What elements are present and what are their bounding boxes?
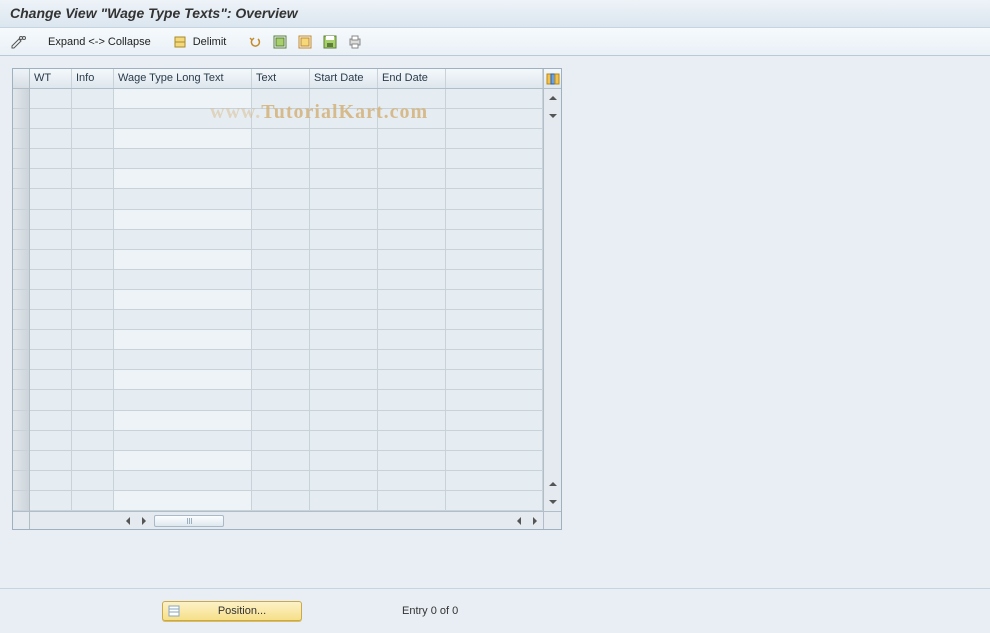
table-row[interactable] <box>30 290 543 310</box>
table-row[interactable] <box>30 390 543 410</box>
undo-icon <box>248 35 262 49</box>
table-row[interactable] <box>30 89 543 109</box>
footer-bar: Position... Entry 0 of 0 <box>0 588 990 633</box>
row-selector[interactable] <box>13 431 29 451</box>
deselect-all-icon <box>298 35 312 49</box>
col-header-wt[interactable]: WT <box>30 69 72 88</box>
select-all-button[interactable] <box>269 32 291 52</box>
table-row[interactable] <box>30 210 543 230</box>
table-row[interactable] <box>30 471 543 491</box>
row-selector[interactable] <box>13 451 29 471</box>
print-icon <box>348 35 362 49</box>
table-row[interactable] <box>30 149 543 169</box>
entry-status: Entry 0 of 0 <box>402 605 458 617</box>
table-row[interactable] <box>30 270 543 290</box>
position-icon <box>167 604 181 618</box>
row-selector[interactable] <box>13 310 29 330</box>
table-row[interactable] <box>30 350 543 370</box>
table-row[interactable] <box>30 330 543 350</box>
delimit-icon <box>173 35 187 49</box>
position-button[interactable]: Position... <box>162 601 302 621</box>
row-selector[interactable] <box>13 491 29 511</box>
table-row[interactable] <box>30 109 543 129</box>
data-grid: WT Info Wage Type Long Text Text Start D… <box>12 68 562 530</box>
row-selector[interactable] <box>13 330 29 350</box>
configure-columns-button[interactable] <box>544 69 561 89</box>
table-row[interactable] <box>30 491 543 511</box>
scroll-down-bottom-button[interactable] <box>545 494 561 510</box>
grid-header-row: WT Info Wage Type Long Text Text Start D… <box>30 69 543 89</box>
row-selector[interactable] <box>13 109 29 129</box>
table-row[interactable] <box>30 129 543 149</box>
table-row[interactable] <box>30 250 543 270</box>
vertical-scrollbar[interactable] <box>543 69 561 511</box>
table-row[interactable] <box>30 431 543 451</box>
row-selector[interactable] <box>13 290 29 310</box>
row-selector-column <box>13 69 30 511</box>
grid-rows <box>30 89 543 511</box>
print-button[interactable] <box>344 32 366 52</box>
row-selector[interactable] <box>13 411 29 431</box>
delimit-button[interactable]: Delimit <box>169 32 234 52</box>
deselect-all-button[interactable] <box>294 32 316 52</box>
hscroll-track[interactable] <box>152 515 511 527</box>
scroll-up-button[interactable] <box>545 90 561 106</box>
save-button[interactable] <box>319 32 341 52</box>
table-row[interactable] <box>30 411 543 431</box>
row-selector[interactable] <box>13 250 29 270</box>
expand-collapse-button[interactable]: Expand <-> Collapse <box>41 32 158 52</box>
scroll-left-button[interactable] <box>120 513 136 529</box>
select-all-icon <box>273 35 287 49</box>
row-selector[interactable] <box>13 350 29 370</box>
table-row[interactable] <box>30 189 543 209</box>
select-all-rows-header[interactable] <box>13 69 29 89</box>
table-row[interactable] <box>30 370 543 390</box>
row-selector[interactable] <box>13 129 29 149</box>
scroll-right-end-button[interactable] <box>527 513 543 529</box>
table-row[interactable] <box>30 451 543 471</box>
row-selector[interactable] <box>13 169 29 189</box>
row-selector[interactable] <box>13 149 29 169</box>
hscroll-thumb[interactable] <box>154 515 224 527</box>
row-selector[interactable] <box>13 390 29 410</box>
col-header-long-text[interactable]: Wage Type Long Text <box>114 69 252 88</box>
row-selector[interactable] <box>13 89 29 109</box>
col-header-start-date[interactable]: Start Date <box>310 69 378 88</box>
scroll-left-end-button[interactable] <box>511 513 527 529</box>
horizontal-scrollbar[interactable] <box>13 511 561 529</box>
col-header-text[interactable]: Text <box>252 69 310 88</box>
row-selector[interactable] <box>13 189 29 209</box>
toggle-edit-button[interactable] <box>6 32 30 52</box>
col-header-info[interactable]: Info <box>72 69 114 88</box>
page-title: Change View "Wage Type Texts": Overview <box>0 0 990 28</box>
toolbar: Expand <-> Collapse Delimit <box>0 28 990 56</box>
row-selector[interactable] <box>13 471 29 491</box>
table-row[interactable] <box>30 230 543 250</box>
main-area: www.TutorialKart.com WT Info Wage Type L… <box>0 56 990 588</box>
scroll-up-bottom-button[interactable] <box>545 476 561 492</box>
col-header-end-date[interactable]: End Date <box>378 69 446 88</box>
row-selector[interactable] <box>13 230 29 250</box>
row-selector[interactable] <box>13 270 29 290</box>
table-row[interactable] <box>30 169 543 189</box>
row-selector[interactable] <box>13 210 29 230</box>
pencil-glasses-icon <box>10 35 26 49</box>
row-selector[interactable] <box>13 370 29 390</box>
scroll-right-button[interactable] <box>136 513 152 529</box>
save-icon <box>323 35 337 49</box>
table-row[interactable] <box>30 310 543 330</box>
undo-button[interactable] <box>244 32 266 52</box>
scroll-down-button[interactable] <box>545 108 561 124</box>
